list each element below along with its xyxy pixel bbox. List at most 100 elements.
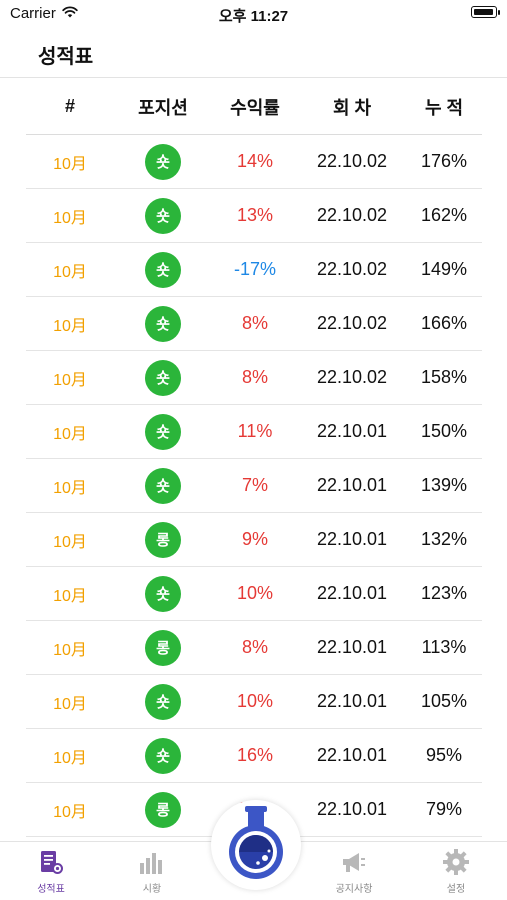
row-round: 22.10.01 <box>316 799 388 819</box>
position-badge: 숏 <box>145 737 181 774</box>
table-row[interactable]: 10月 롱 9% 22.10.01 132% <box>26 513 482 567</box>
row-return: 14% <box>236 151 274 171</box>
row-cumulative: 162% <box>420 205 468 225</box>
battery-icon <box>471 6 500 18</box>
row-round: 22.10.02 <box>316 151 388 171</box>
row-return: 16% <box>236 745 274 765</box>
row-position: 숏 <box>114 467 212 504</box>
column-header-return: 수익률 <box>230 97 280 118</box>
row-cumulative: 79% <box>425 799 463 819</box>
bar-chart-icon <box>112 848 192 876</box>
row-position: 숏 <box>114 575 212 612</box>
row-position: 숏 <box>114 305 212 342</box>
row-cumulative: 149% <box>420 259 468 279</box>
status-bar: Carrier 오후 11:27 <box>0 0 507 30</box>
row-month: 10月 <box>53 425 87 443</box>
position-badge: 롱 <box>145 629 181 666</box>
row-month: 10月 <box>53 803 87 821</box>
row-position: 숏 <box>114 359 212 396</box>
row-position: 숏 <box>114 737 212 774</box>
megaphone-icon <box>314 848 394 876</box>
row-round: 22.10.02 <box>316 259 388 279</box>
tab-notice[interactable]: 공지사항 <box>314 848 394 895</box>
row-round: 22.10.01 <box>316 529 388 549</box>
report-table: # 포지션 수익률 회 차 누 적 10月 숏 14% 22.10.02 176% 10月… <box>26 79 482 837</box>
table-row[interactable]: 10月 숏 11% 22.10.01 150% <box>26 405 482 459</box>
clock: 오후 11:27 <box>218 8 289 25</box>
tab-settings[interactable]: 설정 <box>416 848 496 895</box>
page-title: 성적표 <box>38 46 94 68</box>
row-month: 10月 <box>53 587 87 605</box>
row-position: 숏 <box>114 197 212 234</box>
position-badge: 숏 <box>145 359 181 396</box>
row-return: 11% <box>237 421 273 441</box>
table-row[interactable]: 10月 숏 10% 22.10.01 105% <box>26 675 482 729</box>
row-cumulative: 123% <box>420 583 468 603</box>
table-row[interactable]: 10月 숏 16% 22.10.01 95% <box>26 729 482 783</box>
table-row[interactable]: 10月 숏 -17% 22.10.02 149% <box>26 243 482 297</box>
column-header-cumulative: 누 적 <box>424 97 464 118</box>
row-round: 22.10.02 <box>316 367 388 387</box>
row-return: 8% <box>241 637 268 657</box>
row-position: 롱 <box>114 521 212 558</box>
position-badge: 숏 <box>145 683 181 720</box>
row-position: 숏 <box>114 683 212 720</box>
row-return: 7% <box>241 475 268 495</box>
row-round: 22.10.01 <box>316 637 388 657</box>
row-cumulative: 132% <box>420 529 468 549</box>
battery-level <box>474 9 493 15</box>
position-badge: 롱 <box>145 521 181 558</box>
row-return: -17% <box>233 259 277 279</box>
position-badge: 숏 <box>145 467 181 504</box>
table-row[interactable]: 10月 숏 8% 22.10.02 158% <box>26 351 482 405</box>
row-return: 10% <box>236 691 274 711</box>
row-month: 10月 <box>53 695 87 713</box>
tab-market[interactable]: 시황 <box>112 848 192 895</box>
row-month: 10月 <box>53 641 87 659</box>
tab-report-label: 성적표 <box>37 884 65 895</box>
row-cumulative: 150% <box>420 421 468 441</box>
position-badge: 숏 <box>145 413 181 450</box>
row-round: 22.10.02 <box>316 205 388 225</box>
row-cumulative: 105% <box>420 691 468 711</box>
row-round: 22.10.01 <box>316 475 388 495</box>
row-cumulative: 139% <box>420 475 468 495</box>
row-month: 10月 <box>53 209 87 227</box>
flask-logo-icon <box>221 804 291 887</box>
row-month: 10月 <box>53 155 87 173</box>
table-row[interactable]: 10月 숏 7% 22.10.01 139% <box>26 459 482 513</box>
position-badge: 숏 <box>145 575 181 612</box>
row-month: 10月 <box>53 263 87 281</box>
tab-settings-label: 설정 <box>446 884 466 895</box>
table-row[interactable]: 10月 숏 10% 22.10.01 123% <box>26 567 482 621</box>
column-header-number: # <box>64 96 75 116</box>
table-row[interactable]: 10月 롱 8% 22.10.01 113% <box>26 621 482 675</box>
table-row[interactable]: 10月 숏 14% 22.10.02 176% <box>26 135 482 189</box>
tab-market-label: 시황 <box>142 884 162 895</box>
position-badge: 숏 <box>145 143 181 180</box>
row-round: 22.10.01 <box>316 583 388 603</box>
row-round: 22.10.01 <box>316 745 388 765</box>
row-return: 9% <box>241 529 268 549</box>
row-cumulative: 176% <box>420 151 468 171</box>
table-body: 10月 숏 14% 22.10.02 176% 10月 숏 13% 22.10.02 162% 10… <box>26 135 482 837</box>
row-cumulative: 113% <box>421 637 467 657</box>
row-position: 숏 <box>114 251 212 288</box>
tab-notice-label: 공지사항 <box>335 884 373 895</box>
row-position: 롱 <box>114 791 212 828</box>
center-home-button[interactable] <box>211 800 301 890</box>
position-badge: 롱 <box>145 791 181 828</box>
row-month: 10月 <box>53 749 87 767</box>
row-cumulative: 158% <box>420 367 468 387</box>
row-month: 10月 <box>53 479 87 497</box>
table-row[interactable]: 10月 숏 8% 22.10.02 166% <box>26 297 482 351</box>
row-round: 22.10.01 <box>316 421 388 441</box>
row-month: 10月 <box>53 371 87 389</box>
table-header: # 포지션 수익률 회 차 누 적 <box>26 79 482 135</box>
row-position: 숏 <box>114 143 212 180</box>
row-return: 10% <box>236 583 274 603</box>
position-badge: 숏 <box>145 197 181 234</box>
tab-report[interactable]: 성적표 <box>11 848 91 895</box>
table-row[interactable]: 10月 숏 13% 22.10.02 162% <box>26 189 482 243</box>
column-header-position: 포지션 <box>138 97 188 118</box>
